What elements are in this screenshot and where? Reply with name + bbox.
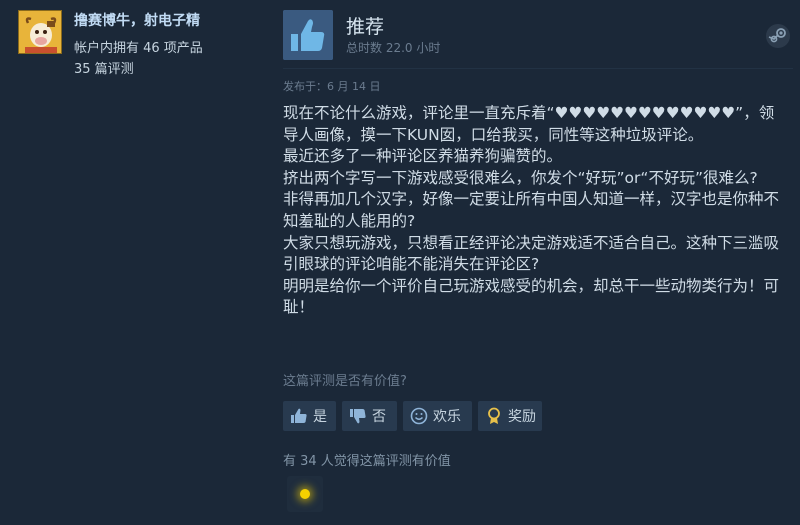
vote-no-button[interactable]: 否 <box>342 401 397 431</box>
author-review-count[interactable]: 35 篇评测 <box>74 58 134 77</box>
review-card: 撸赛博牛，射电子精 帐户内拥有 46 项产品 35 篇评测 推荐 总时数 22.… <box>0 0 800 525</box>
helpful-question: 这篇评测是否有价值? <box>283 374 407 389</box>
posted-date: 发布于：6 月 14 日 <box>283 80 381 93</box>
author-avatar[interactable] <box>18 10 62 54</box>
review-verdict: 推荐 <box>346 16 385 38</box>
vote-funny-label: 欢乐 <box>433 409 461 425</box>
vote-yes-button[interactable]: 是 <box>283 401 336 431</box>
smiley-icon <box>410 407 428 425</box>
thumbs-up-icon <box>283 10 333 60</box>
review-body-text: 现在不论什么游戏，评论里一直充斥着“♥♥♥♥♥♥♥♥♥♥♥♥♥”，领导人画像，摸… <box>283 104 780 317</box>
vote-yes-label: 是 <box>313 409 327 425</box>
received-award-icon[interactable] <box>287 476 323 512</box>
helpful-count-text: 有 34 人觉得这篇评测有价值 <box>283 454 451 469</box>
award-label: 奖励 <box>508 409 536 425</box>
award-icon <box>488 407 500 424</box>
avatar-cow-image <box>19 11 61 53</box>
author-name[interactable]: 撸赛博牛，射电子精 <box>74 10 200 30</box>
author-products-owned[interactable]: 帐户内拥有 46 项产品 <box>74 37 203 56</box>
thumbs-up-icon <box>291 408 307 423</box>
vote-funny-button[interactable]: 欢乐 <box>403 401 472 431</box>
thumbs-down-icon <box>350 409 366 424</box>
award-button[interactable]: 奖励 <box>478 401 542 431</box>
playtime-hours: 总时数 22.0 小时 <box>346 41 441 55</box>
award-glow-dot <box>300 489 310 499</box>
header-divider <box>283 68 793 69</box>
verdict-thumbs-up-badge <box>283 10 333 60</box>
steam-logo-icon <box>766 24 790 48</box>
vote-no-label: 否 <box>372 409 386 425</box>
